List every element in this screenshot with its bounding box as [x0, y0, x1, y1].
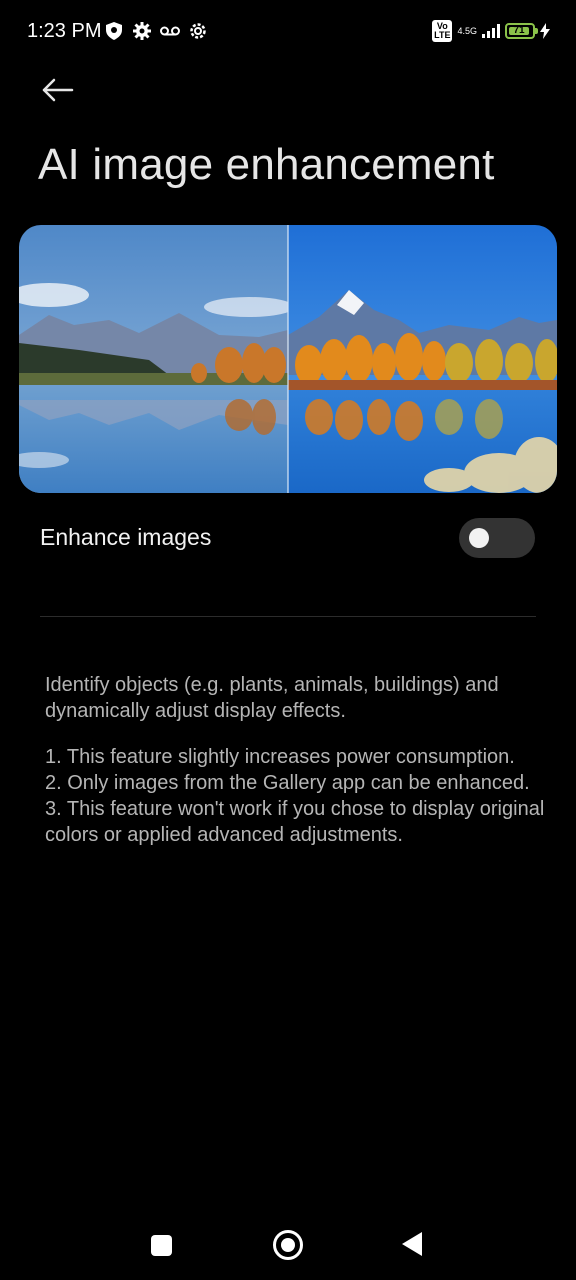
- comparison-image: [19, 225, 557, 493]
- note-item: 2. Only images from the Gallery app can …: [45, 772, 530, 794]
- charging-icon: [540, 23, 550, 39]
- enhance-images-toggle[interactable]: [459, 518, 535, 558]
- network-type: 4.5G: [457, 26, 477, 36]
- description-intro: Identify objects (e.g. plants, animals, …: [45, 672, 545, 724]
- volte-badge: Vo LTE: [432, 20, 453, 42]
- back-nav-button[interactable]: [402, 1232, 422, 1256]
- voicemail-icon: [160, 21, 180, 41]
- shield-icon: [104, 21, 124, 41]
- status-left-icons: [104, 21, 208, 41]
- description-notes: 1. This feature slightly increases power…: [45, 744, 545, 848]
- settings-cog-icon: [188, 21, 208, 41]
- divider: [40, 616, 536, 617]
- note-item: 1. This feature slightly increases power…: [45, 746, 515, 768]
- recents-button[interactable]: [151, 1235, 172, 1256]
- status-time: 1:23 PM: [27, 20, 102, 42]
- status-bar: 1:23 PM Vo LTE 4.5G 71: [0, 0, 576, 64]
- enhance-images-label: Enhance images: [40, 524, 212, 550]
- home-button[interactable]: [273, 1230, 303, 1260]
- back-button[interactable]: [38, 72, 78, 112]
- battery-icon: 71: [505, 23, 538, 39]
- gear-icon: [132, 21, 152, 41]
- battery-level: 71: [509, 26, 529, 36]
- toggle-knob: [469, 528, 489, 548]
- status-right-icons: Vo LTE 4.5G 71: [432, 20, 550, 42]
- signal-icon: [482, 24, 500, 38]
- note-item: 3. This feature won't work if you chose …: [45, 798, 545, 846]
- page-title: AI image enhancement: [38, 140, 495, 189]
- arrow-left-icon: [42, 78, 74, 102]
- description-intro-text: Identify objects (e.g. plants, animals, …: [45, 674, 499, 722]
